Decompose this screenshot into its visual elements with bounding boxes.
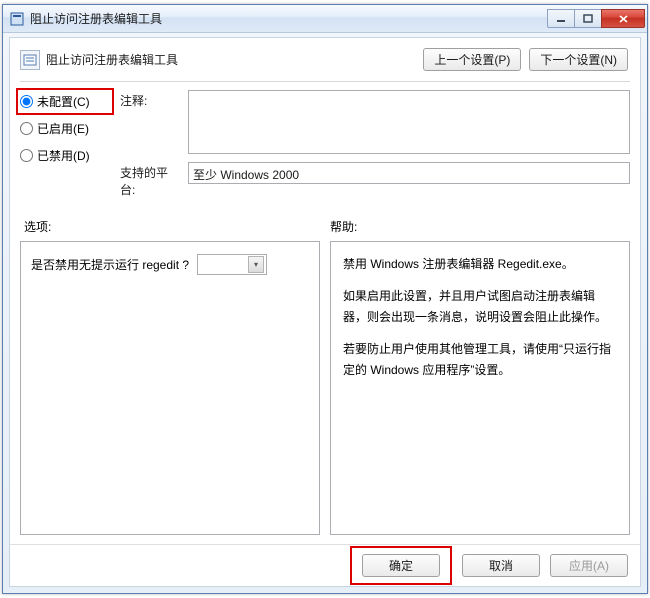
option-question: 是否禁用无提示运行 regedit ? — [31, 256, 189, 273]
options-label: 选项: — [24, 218, 320, 235]
chevron-down-icon: ▾ — [248, 256, 264, 273]
app-icon — [9, 11, 25, 27]
comment-label: 注释: — [120, 90, 182, 109]
cancel-button[interactable]: 取消 — [462, 554, 540, 577]
radio-enabled[interactable]: 已启用(E) — [20, 120, 110, 137]
platform-label: 支持的平台: — [120, 162, 182, 198]
radio-enabled-input[interactable] — [20, 122, 33, 135]
radio-disabled[interactable]: 已禁用(D) — [20, 147, 110, 164]
platform-field: 至少 Windows 2000 — [188, 162, 630, 184]
help-label: 帮助: — [330, 218, 357, 235]
platform-row: 支持的平台: 至少 Windows 2000 — [120, 162, 630, 198]
apply-button[interactable]: 应用(A) — [550, 554, 628, 577]
ok-highlight: 确定 — [350, 546, 452, 585]
radio-disabled-label: 已禁用(D) — [37, 147, 90, 164]
panel-labels: 选项: 帮助: — [10, 204, 640, 241]
ok-button[interactable]: 确定 — [362, 554, 440, 577]
policy-icon — [20, 50, 40, 70]
header-row: 阻止访问注册表编辑工具 上一个设置(P) 下一个设置(N) — [10, 38, 640, 81]
radio-not-configured-label: 未配置(C) — [37, 93, 90, 110]
close-button[interactable] — [601, 9, 645, 28]
comment-textarea[interactable] — [188, 90, 630, 154]
minimize-button[interactable] — [547, 9, 575, 28]
client-area: 阻止访问注册表编辑工具 上一个设置(P) 下一个设置(N) 未配置(C) 已启用… — [9, 37, 641, 587]
titlebar[interactable]: 阻止访问注册表编辑工具 — [3, 5, 647, 33]
maximize-button[interactable] — [574, 9, 602, 28]
help-paragraph: 禁用 Windows 注册表编辑器 Regedit.exe。 — [343, 254, 617, 274]
state-radios: 未配置(C) 已启用(E) 已禁用(D) — [20, 90, 110, 198]
radio-not-configured-input[interactable] — [20, 95, 33, 108]
page-title: 阻止访问注册表编辑工具 — [46, 51, 415, 68]
radio-not-configured[interactable]: 未配置(C) — [16, 88, 114, 115]
window-title: 阻止访问注册表编辑工具 — [30, 10, 548, 27]
dialog-window: 阻止访问注册表编辑工具 阻止访问注册表编辑工具 上一个设置(P) 下一个设置(N… — [2, 4, 648, 594]
comment-row: 注释: — [120, 90, 630, 154]
help-paragraph: 如果启用此设置，并且用户试图启动注册表编辑器，则会出现一条消息，说明设置会阻止此… — [343, 286, 617, 327]
previous-setting-button[interactable]: 上一个设置(P) — [423, 48, 521, 71]
divider — [20, 81, 630, 82]
footer: 确定 取消 应用(A) — [10, 544, 640, 586]
options-panel: 是否禁用无提示运行 regedit ? ▾ — [20, 241, 320, 535]
radio-enabled-label: 已启用(E) — [37, 120, 89, 137]
right-column: 注释: 支持的平台: 至少 Windows 2000 — [120, 90, 630, 198]
option-row: 是否禁用无提示运行 regedit ? ▾ — [31, 254, 309, 275]
option-dropdown[interactable]: ▾ — [197, 254, 267, 275]
radio-disabled-input[interactable] — [20, 149, 33, 162]
next-setting-button[interactable]: 下一个设置(N) — [529, 48, 628, 71]
help-paragraph: 若要防止用户使用其他管理工具，请使用“只运行指定的 Windows 应用程序”设… — [343, 339, 617, 380]
help-panel: 禁用 Windows 注册表编辑器 Regedit.exe。 如果启用此设置，并… — [330, 241, 630, 535]
config-block: 未配置(C) 已启用(E) 已禁用(D) 注释: 支持的平台: — [10, 90, 640, 204]
panels: 是否禁用无提示运行 regedit ? ▾ 禁用 Windows 注册表编辑器 … — [10, 241, 640, 535]
